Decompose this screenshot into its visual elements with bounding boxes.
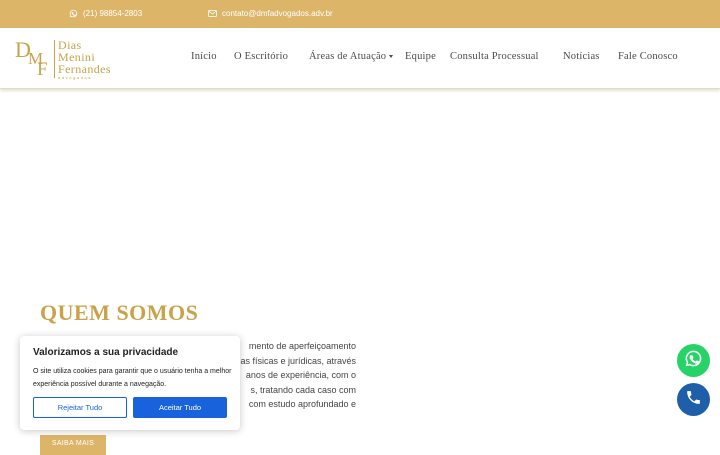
about-line: com estudo aprofundado e <box>248 399 356 410</box>
envelope-icon <box>208 10 217 17</box>
logo-tagline: advogados <box>58 75 92 80</box>
nav-inicio[interactable]: Início <box>191 51 217 62</box>
about-line: oas físicas e jurídicas, através <box>235 355 356 366</box>
cookie-title: Valorizamos a sua privacidade <box>33 347 179 358</box>
whatsapp-icon <box>684 349 703 373</box>
nav-fale-conosco[interactable]: Fale Conosco <box>618 51 678 62</box>
main-navigation: Início O Escritório Áreas de Atuação Equ… <box>0 51 720 65</box>
whatsapp-floating-button[interactable] <box>677 344 710 377</box>
nav-areas-label: Áreas de Atuação <box>309 51 387 62</box>
chevron-down-icon <box>389 55 394 58</box>
cookie-consent-banner: Valorizamos a sua privacidade O site uti… <box>20 336 240 430</box>
phone-contact[interactable]: (21) 98854-2803 <box>69 9 142 18</box>
phone-floating-button[interactable] <box>677 383 710 416</box>
email-address: contato@dmfadvogados.adv.br <box>222 9 333 18</box>
cookie-description: O site utiliza cookies para garantir que… <box>33 368 232 388</box>
nav-consulta-processual[interactable]: Consulta Processual <box>450 51 539 62</box>
whatsapp-small-icon <box>69 9 78 18</box>
nav-areas-de-atuacao[interactable]: Áreas de Atuação <box>309 51 394 62</box>
about-line: mento de aperfeiçoamento <box>248 341 356 351</box>
saiba-mais-button[interactable]: SAIBA MAIS <box>40 435 106 455</box>
accept-all-button[interactable]: Aceitar Tudo <box>133 397 227 418</box>
email-contact[interactable]: contato@dmfadvogados.adv.br <box>208 9 333 18</box>
about-line: s, tratando cada caso com <box>250 384 356 395</box>
about-paragraph: mento de aperfeiçoamento oas físicas e j… <box>228 339 356 412</box>
top-contact-bar: (21) 98854-2803 contato@dmfadvogados.adv… <box>0 0 720 28</box>
phone-number: (21) 98854-2803 <box>83 9 143 18</box>
section-title: QUEM SOMOS <box>40 300 199 325</box>
phone-icon <box>685 389 702 411</box>
nav-equipe[interactable]: Equipe <box>405 51 436 62</box>
nav-noticias[interactable]: Notícias <box>563 51 600 62</box>
reject-all-button[interactable]: Rejeitar Tudo <box>33 397 127 418</box>
about-line: anos de experiência, com o <box>245 370 356 381</box>
nav-o-escritorio[interactable]: O Escritório <box>234 51 288 62</box>
